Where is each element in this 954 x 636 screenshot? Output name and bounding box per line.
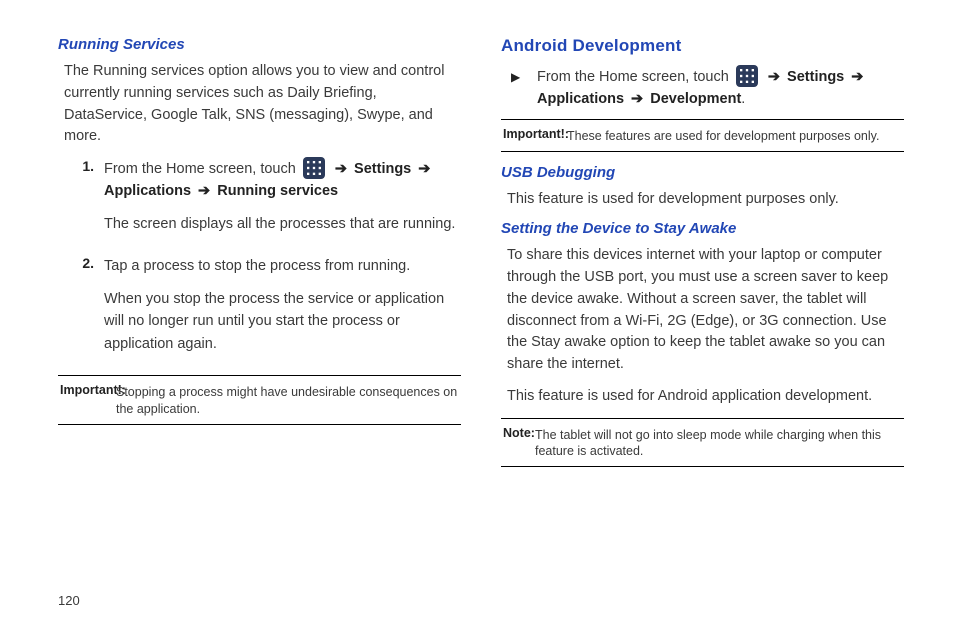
apps-grid-icon — [736, 65, 758, 87]
step-content: Tap a process to stop the process from r… — [104, 255, 461, 365]
two-column-layout: Running Services The Running services op… — [58, 36, 904, 479]
step-2: 2. Tap a process to stop the process fro… — [58, 255, 461, 365]
heading-stay-awake: Setting the Device to Stay Awake — [501, 220, 904, 237]
step-2-line-1: Tap a process to stop the process from r… — [104, 255, 461, 277]
note-label: Note: — [503, 426, 535, 440]
step-1: 1. From the Home screen, touch ➔ Setting… — [58, 158, 461, 245]
stay-awake-paragraph-1: To share this devices internet with your… — [507, 245, 904, 376]
text-fragment: From the Home screen, touch — [104, 161, 300, 177]
intro-paragraph: The Running services option allows you t… — [64, 61, 461, 148]
bullet-step: ▶ From the Home screen, touch ➔ Settings… — [511, 66, 904, 111]
settings-label: Settings — [787, 69, 844, 85]
arrow-icon: ➔ — [198, 183, 210, 199]
bullet-content: From the Home screen, touch ➔ Settings ➔… — [537, 66, 904, 111]
text-fragment: From the Home screen, touch — [537, 69, 733, 85]
step-number: 1. — [58, 158, 104, 245]
note-box: Note: The tablet will not go into sleep … — [501, 418, 904, 468]
arrow-icon: ➔ — [335, 161, 347, 177]
step-1-line-1: From the Home screen, touch ➔ Settings ➔… — [104, 158, 461, 203]
settings-label: Settings — [354, 161, 411, 177]
ordered-steps: 1. From the Home screen, touch ➔ Setting… — [58, 158, 461, 365]
important-label: Important!: — [503, 127, 569, 141]
arrow-icon: ➔ — [631, 91, 643, 107]
arrow-icon: ➔ — [418, 161, 430, 177]
page-number: 120 — [58, 593, 80, 608]
stay-awake-paragraph-2: This feature is used for Android applica… — [507, 386, 904, 408]
development-label: Development — [650, 91, 741, 107]
apps-grid-icon — [303, 157, 325, 179]
left-column: Running Services The Running services op… — [58, 36, 461, 479]
running-services-label: Running services — [217, 183, 338, 199]
usb-debugging-paragraph: This feature is used for development pur… — [507, 189, 904, 211]
triangle-bullet-icon: ▶ — [511, 66, 537, 111]
important-box: Important!: Stopping a process might hav… — [58, 375, 461, 425]
heading-android-development: Android Development — [501, 36, 904, 56]
step-2-line-2: When you stop the process the service or… — [104, 288, 461, 355]
step-number: 2. — [58, 255, 104, 365]
important-text: Stopping a process might have undesirabl… — [60, 384, 459, 418]
note-text: The tablet will not go into sleep mode w… — [503, 427, 902, 461]
arrow-icon: ➔ — [768, 69, 780, 85]
applications-label: Applications — [537, 91, 624, 107]
applications-label: Applications — [104, 183, 191, 199]
important-box: Important!: These features are used for … — [501, 119, 904, 152]
step-1-description: The screen displays all the processes th… — [104, 213, 461, 235]
step-content: From the Home screen, touch ➔ Settings ➔… — [104, 158, 461, 245]
arrow-icon: ➔ — [851, 69, 863, 85]
heading-running-services: Running Services — [58, 36, 461, 53]
period: . — [741, 91, 745, 107]
heading-usb-debugging: USB Debugging — [501, 164, 904, 181]
right-column: Android Development ▶ From the Home scre… — [501, 36, 904, 479]
manual-page: Running Services The Running services op… — [0, 0, 954, 636]
